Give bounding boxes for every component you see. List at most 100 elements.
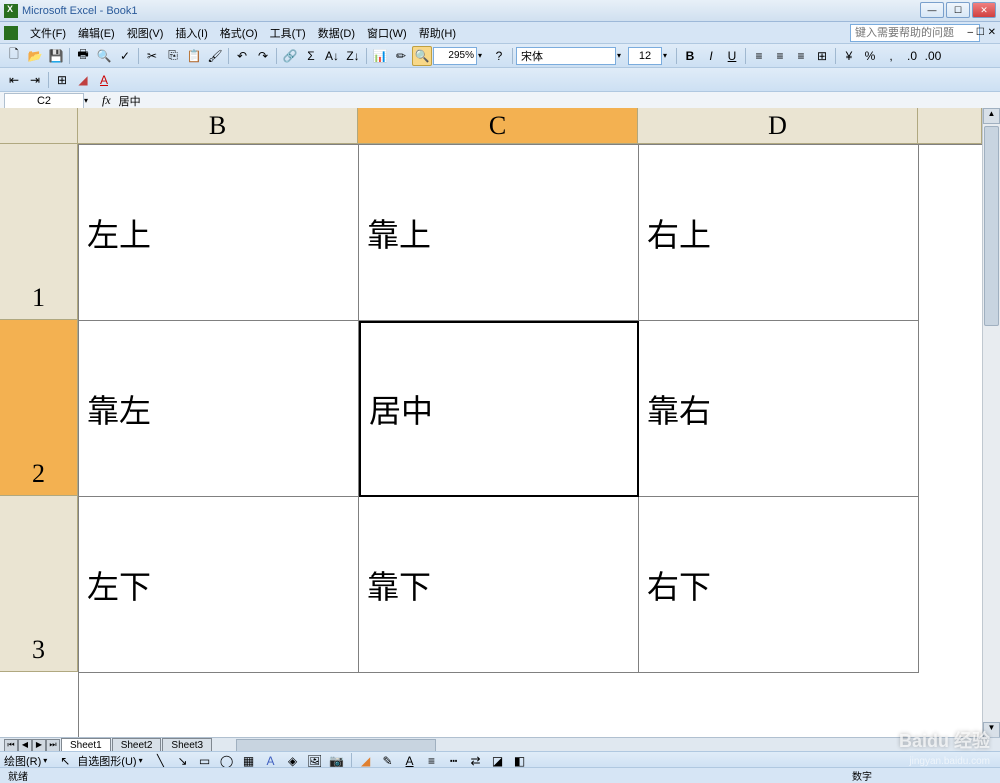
format-painter-icon[interactable]: 🖌 — [205, 46, 225, 66]
merge-icon[interactable]: ⊞ — [812, 46, 832, 66]
close-button[interactable]: ✕ — [972, 2, 996, 18]
excel-icon — [4, 4, 18, 18]
autosum-icon[interactable]: Σ — [301, 46, 321, 66]
column-headers: B C D — [78, 108, 982, 144]
separator — [366, 48, 367, 64]
bold-icon[interactable]: B — [680, 46, 700, 66]
menu-edit[interactable]: 编辑(E) — [72, 23, 121, 43]
zoom-dropdown-icon[interactable]: ▾ — [478, 51, 488, 60]
second-toolbar: ⇤ ⇥ ⊞ ◢ A — [0, 68, 1000, 92]
spellcheck-icon[interactable]: ✓ — [115, 46, 135, 66]
cell-b2[interactable]: 靠左 — [79, 321, 359, 497]
font-color-icon[interactable]: A — [94, 70, 114, 90]
menu-help[interactable]: 帮助(H) — [413, 23, 462, 43]
menu-file[interactable]: 文件(F) — [24, 23, 72, 43]
undo-icon[interactable]: ↶ — [232, 46, 252, 66]
row-3: 左下 靠下 右下 — [79, 497, 982, 673]
comma-icon[interactable]: , — [881, 46, 901, 66]
col-header-extra[interactable] — [918, 108, 982, 144]
doc-close-button[interactable]: – ☐ ✕ — [968, 27, 996, 38]
align-center-icon[interactable]: ≡ — [770, 46, 790, 66]
separator — [512, 48, 513, 64]
autoshape-dropdown-icon[interactable]: ▾ — [139, 756, 149, 765]
help-icon[interactable]: ? — [489, 46, 509, 66]
scroll-down-icon[interactable]: ▼ — [983, 722, 1000, 738]
redo-icon[interactable]: ↷ — [253, 46, 273, 66]
fx-icon[interactable]: fx — [102, 93, 111, 108]
drawing-icon[interactable]: ✏ — [391, 46, 411, 66]
draw-dropdown-icon[interactable]: ▾ — [43, 756, 53, 765]
indent-increase-icon[interactable]: ⇥ — [25, 70, 45, 90]
font-size-input[interactable] — [628, 47, 662, 65]
name-box-dropdown-icon[interactable]: ▾ — [84, 96, 94, 105]
select-all-corner[interactable] — [0, 108, 78, 144]
row-header-3[interactable]: 3 — [0, 496, 78, 672]
col-header-d[interactable]: D — [638, 108, 918, 144]
font-name-input[interactable] — [516, 47, 616, 65]
font-dropdown-icon[interactable]: ▾ — [617, 51, 627, 60]
cell-d3[interactable]: 右下 — [639, 497, 919, 673]
scroll-thumb[interactable] — [984, 126, 999, 326]
percent-icon[interactable]: % — [860, 46, 880, 66]
preview-icon[interactable]: 🔍 — [94, 46, 114, 66]
row-header-1[interactable]: 1 — [0, 144, 78, 320]
menu-window[interactable]: 窗口(W) — [361, 23, 413, 43]
menu-tools[interactable]: 工具(T) — [264, 23, 312, 43]
row-1: 左上 靠上 右上 — [79, 145, 982, 321]
formula-input[interactable]: 居中 — [119, 93, 141, 109]
separator — [676, 48, 677, 64]
cell-c1[interactable]: 靠上 — [359, 145, 639, 321]
col-header-c[interactable]: C — [358, 108, 638, 144]
sheet-area: B C D 1 2 3 左上 靠上 右上 靠左 居中 靠右 左下 靠下 右下 ▲… — [0, 108, 1000, 738]
indent-decrease-icon[interactable]: ⇤ — [4, 70, 24, 90]
row-2: 靠左 居中 靠右 — [79, 321, 982, 497]
vertical-scrollbar[interactable]: ▲ ▼ — [982, 108, 1000, 738]
separator — [69, 48, 70, 64]
sort-desc-icon[interactable]: Z↓ — [343, 46, 363, 66]
cut-icon[interactable]: ✂ — [142, 46, 162, 66]
separator — [835, 48, 836, 64]
new-icon[interactable]: 🗋 — [4, 46, 24, 66]
titlebar: Microsoft Excel - Book1 — ☐ ✕ — [0, 0, 1000, 22]
cell-d1[interactable]: 右上 — [639, 145, 919, 321]
help-search-input[interactable] — [850, 24, 980, 42]
menu-data[interactable]: 数据(D) — [312, 23, 361, 43]
increase-decimal-icon[interactable]: .0 — [902, 46, 922, 66]
hyperlink-icon[interactable]: 🔗 — [280, 46, 300, 66]
open-icon[interactable]: 📂 — [25, 46, 45, 66]
sort-asc-icon[interactable]: A↓ — [322, 46, 342, 66]
maximize-button[interactable]: ☐ — [946, 2, 970, 18]
borders-icon[interactable]: ⊞ — [52, 70, 72, 90]
align-left-icon[interactable]: ≡ — [749, 46, 769, 66]
separator — [138, 48, 139, 64]
decrease-decimal-icon[interactable]: .00 — [923, 46, 943, 66]
scroll-up-icon[interactable]: ▲ — [983, 108, 1000, 124]
col-header-b[interactable]: B — [78, 108, 358, 144]
italic-icon[interactable]: I — [701, 46, 721, 66]
paste-icon[interactable]: 📋 — [184, 46, 204, 66]
cell-d2[interactable]: 靠右 — [639, 321, 919, 497]
menu-view[interactable]: 视图(V) — [121, 23, 170, 43]
currency-icon[interactable]: ¥ — [839, 46, 859, 66]
cell-b1[interactable]: 左上 — [79, 145, 359, 321]
row-headers: 1 2 3 — [0, 144, 78, 738]
menu-format[interactable]: 格式(O) — [214, 23, 264, 43]
zoom100-icon[interactable]: 🔍 — [412, 46, 432, 66]
cell-b3[interactable]: 左下 — [79, 497, 359, 673]
underline-icon[interactable]: U — [722, 46, 742, 66]
menu-insert[interactable]: 插入(I) — [169, 23, 213, 43]
copy-icon[interactable]: ⎘ — [163, 46, 183, 66]
chart-icon[interactable]: 📊 — [370, 46, 390, 66]
window-controls: — ☐ ✕ — [920, 2, 996, 18]
name-box[interactable]: C2 — [4, 93, 84, 109]
zoom-input[interactable] — [433, 47, 477, 65]
fill-color-icon[interactable]: ◢ — [73, 70, 93, 90]
cell-c3[interactable]: 靠下 — [359, 497, 639, 673]
cell-c2[interactable]: 居中 — [359, 321, 639, 497]
minimize-button[interactable]: — — [920, 2, 944, 18]
print-icon[interactable]: 🖶 — [73, 46, 93, 66]
align-right-icon[interactable]: ≡ — [791, 46, 811, 66]
size-dropdown-icon[interactable]: ▾ — [663, 51, 673, 60]
row-header-2[interactable]: 2 — [0, 320, 78, 496]
save-icon[interactable]: 💾 — [46, 46, 66, 66]
